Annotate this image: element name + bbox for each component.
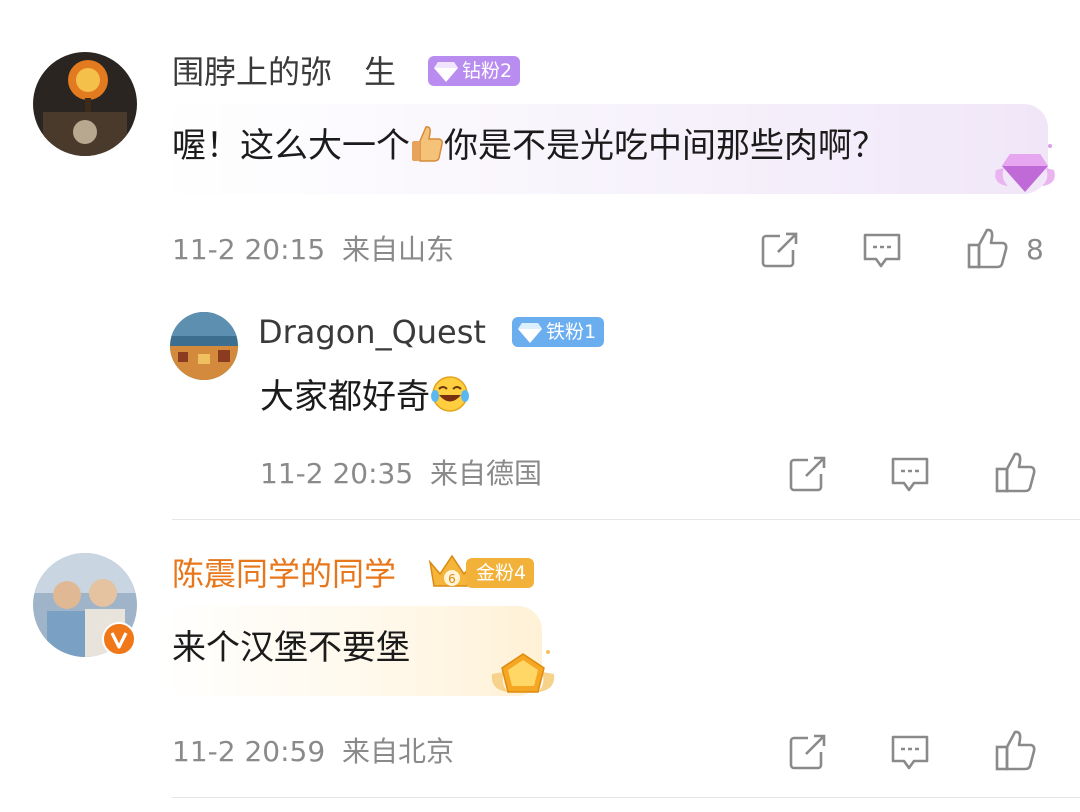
divider: [172, 519, 1080, 520]
svg-text:6: 6: [448, 572, 456, 586]
comment-icon[interactable]: [890, 454, 930, 494]
fan-badge[interactable]: 铁粉1: [512, 317, 605, 347]
diamond-icon: [434, 62, 458, 82]
comment-text: 来个汉堡不要堡: [172, 628, 410, 668]
username[interactable]: 陈震同学的同学: [172, 554, 396, 594]
comment-icon[interactable]: [862, 230, 902, 270]
laughing-tears-emoji-icon: [431, 376, 469, 412]
badge-label: 金粉4: [476, 562, 527, 584]
username[interactable]: 围脖上的弥 生: [172, 52, 396, 92]
thumbs-up-emoji-icon: [412, 126, 443, 162]
share-icon[interactable]: [788, 732, 828, 772]
like-icon[interactable]: [994, 728, 1038, 772]
verified-badge-icon: [102, 622, 136, 656]
divider: [172, 797, 1080, 798]
share-icon[interactable]: [760, 230, 800, 270]
like-icon[interactable]: [966, 226, 1010, 270]
avatar[interactable]: [33, 52, 137, 156]
badge-label: 钻粉2: [462, 60, 513, 82]
like-count: 8: [1026, 233, 1044, 266]
diamond-decoration-icon: [995, 144, 1055, 192]
timestamp: 11-2 20:15 来自山东: [172, 233, 455, 266]
location: 来自山东: [342, 233, 455, 266]
timestamp: 11-2 20:35 来自德国: [260, 457, 543, 490]
like-icon[interactable]: [994, 450, 1038, 494]
fan-badge[interactable]: 钻粉2: [428, 56, 521, 86]
diamond-icon: [518, 323, 542, 343]
comment-text: 喔！这么大一个 你是不是光吃中间那些肉啊？: [172, 126, 886, 166]
avatar[interactable]: [170, 312, 238, 380]
fan-badge[interactable]: 金粉4: [466, 558, 535, 588]
share-icon[interactable]: [788, 454, 828, 494]
gold-decoration-icon: [491, 650, 555, 693]
timestamp: 11-2 20:59 来自北京: [172, 735, 455, 768]
location: 来自北京: [342, 735, 455, 768]
comment-icon[interactable]: [890, 732, 930, 772]
location: 来自德国: [430, 457, 543, 490]
badge-label: 铁粉1: [546, 321, 597, 343]
username[interactable]: Dragon_Quest: [258, 312, 486, 352]
comment-text: 大家都好奇: [260, 374, 470, 419]
